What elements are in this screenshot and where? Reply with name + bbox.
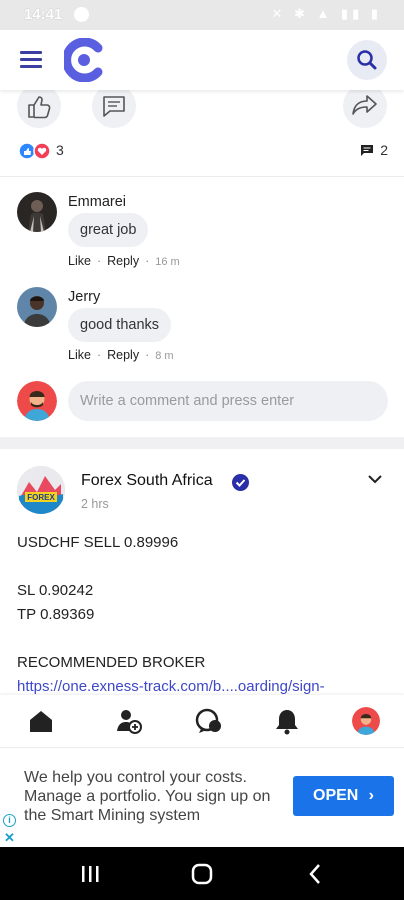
comment-count-value: 2 bbox=[380, 142, 388, 158]
avatar[interactable] bbox=[17, 192, 57, 232]
ad-close-icon[interactable]: ✕ bbox=[4, 830, 15, 846]
divider bbox=[0, 176, 404, 177]
share-button[interactable] bbox=[343, 84, 387, 128]
menu-icon[interactable] bbox=[20, 51, 42, 68]
comment-author[interactable]: Emmarei bbox=[68, 194, 126, 210]
chevron-right-icon: › bbox=[368, 787, 374, 804]
status-time: 14:41 bbox=[24, 6, 63, 23]
comment-time: 16 m bbox=[155, 256, 180, 268]
bottom-navigation bbox=[0, 695, 404, 747]
chevron-down-icon[interactable] bbox=[366, 470, 384, 488]
like-button[interactable] bbox=[17, 84, 61, 128]
comment-reply-link[interactable]: Reply bbox=[107, 254, 139, 268]
post-text-line: SL 0.90242 bbox=[17, 582, 94, 599]
avatar[interactable] bbox=[17, 287, 57, 327]
back-icon[interactable] bbox=[307, 863, 323, 885]
section-divider bbox=[0, 437, 404, 449]
thumbs-up-icon bbox=[28, 96, 51, 119]
notification-dot-icon bbox=[74, 7, 89, 22]
comment-reply-link[interactable]: Reply bbox=[107, 348, 139, 362]
post-link[interactable]: https://one.exness-track.com/b....oardin… bbox=[17, 678, 377, 696]
ad-info-icon[interactable]: i bbox=[3, 814, 16, 827]
comment-count[interactable]: 2 bbox=[360, 142, 388, 158]
svg-text:FOREX: FOREX bbox=[27, 493, 55, 502]
status-bar: 14:41 ✕ ✱ ▲ ▮▮ ▮ bbox=[0, 0, 404, 30]
comment-actions: Like · Reply · 8 m bbox=[68, 348, 174, 362]
comment-icon bbox=[103, 96, 125, 117]
search-button[interactable] bbox=[347, 40, 387, 80]
bell-icon[interactable] bbox=[273, 707, 301, 735]
search-icon bbox=[357, 50, 377, 70]
comment-like-link[interactable]: Like bbox=[68, 348, 91, 362]
home-icon[interactable] bbox=[27, 707, 55, 735]
post-text-line: RECOMMENDED BROKER bbox=[17, 654, 206, 671]
comment-count-icon bbox=[361, 145, 374, 156]
page-avatar[interactable]: FOREX bbox=[17, 466, 65, 514]
profile-avatar[interactable] bbox=[352, 707, 380, 735]
app-header bbox=[0, 30, 404, 90]
system-navigation-bar bbox=[0, 847, 404, 900]
comment-actions: Like · Reply · 16 m bbox=[68, 254, 180, 268]
comment-author[interactable]: Jerry bbox=[68, 289, 100, 305]
comment-button[interactable] bbox=[92, 84, 136, 128]
ad-banner[interactable]: We help you control your costs. Manage a… bbox=[0, 747, 404, 847]
status-icons: ✕ ✱ ▲ ▮▮ ▮ bbox=[271, 6, 382, 21]
app-logo[interactable] bbox=[64, 38, 104, 82]
share-icon bbox=[352, 95, 377, 115]
comment-bubble: good thanks bbox=[68, 308, 172, 342]
post-author[interactable]: Forex South Africa bbox=[81, 472, 213, 490]
reaction-count[interactable]: 3 bbox=[56, 142, 64, 158]
comment-input[interactable] bbox=[68, 381, 388, 421]
verified-icon bbox=[232, 474, 249, 491]
comment-time: 8 m bbox=[155, 350, 174, 362]
post-time: 2 hrs bbox=[81, 497, 109, 511]
comment-like-link[interactable]: Like bbox=[68, 254, 91, 268]
reaction-icons[interactable] bbox=[18, 142, 54, 160]
current-user-avatar[interactable] bbox=[17, 381, 57, 421]
post-text-line: USDCHF SELL 0.89996 bbox=[17, 534, 179, 551]
ad-text: We help you control your costs. Manage a… bbox=[24, 769, 271, 824]
messages-icon[interactable] bbox=[195, 707, 223, 735]
comment-bubble: great job bbox=[68, 213, 149, 247]
friends-icon[interactable] bbox=[115, 707, 143, 735]
ad-open-label: OPEN bbox=[313, 787, 359, 804]
post-text-line: TP 0.89369 bbox=[17, 606, 95, 623]
ad-open-button[interactable]: OPEN › bbox=[293, 776, 394, 816]
home-button-icon[interactable] bbox=[191, 863, 213, 885]
recent-apps-icon[interactable] bbox=[79, 864, 101, 884]
